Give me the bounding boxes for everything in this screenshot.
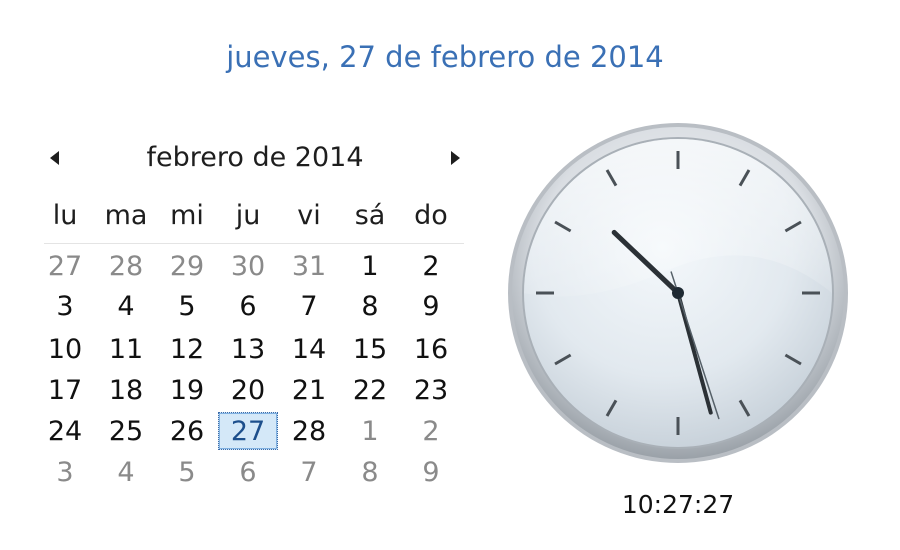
month-title[interactable]: febrero de 2014	[70, 142, 440, 173]
calendar-day[interactable]: 5	[157, 453, 217, 491]
calendar-day[interactable]: 6	[218, 287, 278, 325]
calendar-day[interactable]: 3	[35, 453, 95, 491]
calendar-header: febrero de 2014	[40, 140, 470, 185]
triangle-left-icon	[50, 151, 59, 165]
calendar-day[interactable]: 27	[35, 247, 95, 285]
calendar-day[interactable]: 7	[279, 287, 339, 325]
weekday-ma: ma	[104, 200, 148, 231]
calendar-day[interactable]: 10	[35, 330, 95, 368]
prev-month-button[interactable]	[42, 146, 66, 170]
full-date-link[interactable]: jueves, 27 de febrero de 2014	[0, 40, 890, 74]
calendar-day[interactable]: 19	[157, 371, 217, 409]
calendar-day[interactable]: 2	[401, 412, 461, 450]
calendar-day[interactable]: 7	[279, 453, 339, 491]
weekday-header-row: lu ma mi ju vi sá do	[34, 200, 480, 244]
digital-time: 10:27:27	[621, 490, 735, 519]
calendar-day[interactable]: 26	[157, 412, 217, 450]
triangle-right-icon	[451, 151, 460, 165]
calendar-day[interactable]: 8	[340, 287, 400, 325]
calendar-day[interactable]: 20	[218, 371, 278, 409]
analog-clock	[506, 121, 850, 465]
calendar-day[interactable]: 30	[218, 247, 278, 285]
weekday-lu: lu	[52, 200, 78, 231]
weekday-vi: vi	[297, 200, 321, 231]
calendar-day[interactable]: 15	[340, 330, 400, 368]
calendar-day[interactable]: 8	[340, 453, 400, 491]
calendar-day[interactable]: 9	[401, 287, 461, 325]
calendar-day[interactable]: 4	[96, 453, 156, 491]
weekday-mi: mi	[170, 200, 204, 231]
calendar-day[interactable]: 1	[340, 412, 400, 450]
analog-clock-icon	[508, 123, 848, 463]
calendar-day[interactable]: 25	[96, 412, 156, 450]
calendar-day[interactable]: 24	[35, 412, 95, 450]
calendar-day[interactable]: 13	[218, 330, 278, 368]
calendar-day-grid: 27 28 29 30 31 1 2 3 4 5 6 7 8 9 10 11 12 13 14 15 16 17 18 19 2…	[34, 245, 480, 495]
weekday-ju: ju	[235, 200, 261, 231]
calendar-day[interactable]: 22	[340, 371, 400, 409]
calendar-day[interactable]: 5	[157, 287, 217, 325]
calendar-day[interactable]: 3	[35, 287, 95, 325]
calendar-day[interactable]: 16	[401, 330, 461, 368]
calendar-day[interactable]: 11	[96, 330, 156, 368]
calendar-day[interactable]: 9	[401, 453, 461, 491]
calendar-day[interactable]: 14	[279, 330, 339, 368]
calendar-day[interactable]: 23	[401, 371, 461, 409]
calendar-day[interactable]: 4	[96, 287, 156, 325]
calendar-day[interactable]: 12	[157, 330, 217, 368]
calendar-day[interactable]: 29	[157, 247, 217, 285]
calendar-day-today[interactable]: 27	[218, 412, 278, 450]
calendar-day[interactable]: 6	[218, 453, 278, 491]
calendar-day[interactable]: 17	[35, 371, 95, 409]
clock-center-pin	[672, 287, 684, 299]
weekday-divider	[44, 243, 464, 244]
calendar-day[interactable]: 1	[340, 247, 400, 285]
weekday-do: do	[414, 200, 448, 231]
calendar-day[interactable]: 2	[401, 247, 461, 285]
calendar-day[interactable]: 28	[96, 247, 156, 285]
weekday-sá: sá	[354, 200, 386, 231]
calendar-day[interactable]: 31	[279, 247, 339, 285]
calendar-day[interactable]: 18	[96, 371, 156, 409]
next-month-button[interactable]	[444, 146, 468, 170]
calendar-day[interactable]: 28	[279, 412, 339, 450]
calendar-day[interactable]: 21	[279, 371, 339, 409]
